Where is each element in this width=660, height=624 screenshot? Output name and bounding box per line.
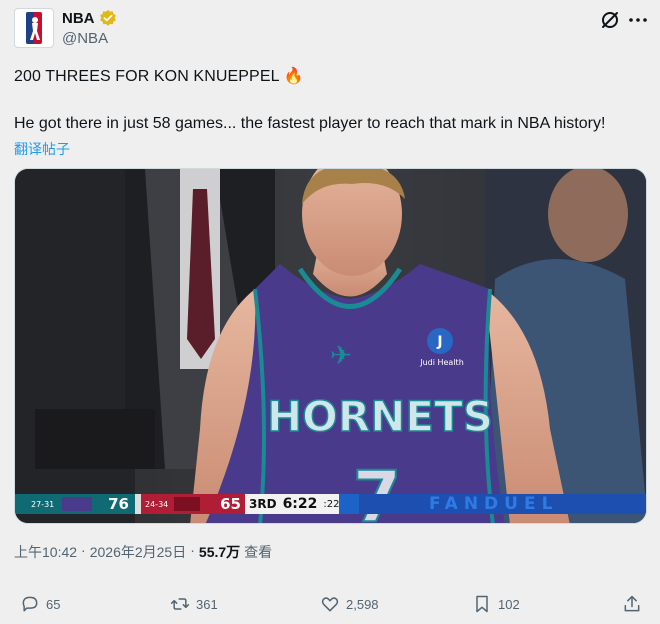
tweet-video[interactable]: ✈ J Judi Health HORNETS 7 27-31 76 24-34… bbox=[14, 168, 647, 524]
repost-icon bbox=[170, 598, 190, 610]
scorebug: 27-31 76 24-34 65 3RD 6:22 :22 FANDUEL bbox=[15, 494, 646, 514]
quarter: 3RD bbox=[249, 497, 277, 511]
away-team-box: 24-34 65 bbox=[141, 494, 245, 514]
verified-badge-icon bbox=[99, 9, 116, 26]
home-score: 76 bbox=[108, 495, 129, 513]
away-record: 24-34 bbox=[145, 499, 169, 509]
share-button[interactable] bbox=[622, 590, 642, 618]
action-bar: 65 361 2,598 102 bbox=[0, 590, 660, 618]
views-label: 查看 bbox=[244, 544, 273, 560]
reply-button[interactable]: 65 bbox=[20, 590, 60, 618]
translate-post-link[interactable]: 翻译帖子 bbox=[14, 139, 70, 159]
home-team-box: 27-31 76 bbox=[15, 494, 135, 514]
meta-separator: · bbox=[190, 542, 195, 558]
share-icon bbox=[624, 595, 640, 612]
post-date[interactable]: 2026年2月25日 bbox=[90, 542, 187, 562]
views-count: 55.7万 bbox=[198, 544, 241, 560]
like-button[interactable]: 2,598 bbox=[320, 590, 379, 618]
more-options-icon[interactable] bbox=[626, 8, 650, 32]
author-display-name[interactable]: NBA bbox=[62, 10, 95, 27]
nba-logo-icon bbox=[26, 12, 42, 44]
svg-text:J: J bbox=[436, 334, 442, 350]
bookmark-count: 102 bbox=[498, 596, 520, 612]
like-count: 2,598 bbox=[346, 596, 379, 612]
away-score: 65 bbox=[220, 495, 241, 513]
author-name-row: NBA bbox=[62, 9, 117, 27]
grok-icon[interactable] bbox=[598, 8, 622, 32]
reply-count: 65 bbox=[46, 596, 61, 612]
repost-button[interactable]: 361 bbox=[170, 590, 218, 618]
jersey-team-text: HORNETS bbox=[267, 392, 493, 441]
tweet-meta: 上午10:42 · 2026年2月25日 · 55.7万 查看 bbox=[14, 542, 272, 562]
video-frame: ✈ J Judi Health HORNETS 7 bbox=[15, 169, 646, 523]
game-clock: 6:22 bbox=[282, 496, 318, 512]
bookmark-icon bbox=[476, 595, 488, 613]
meta-separator: · bbox=[81, 542, 86, 558]
nba-logo-avatar[interactable] bbox=[14, 8, 54, 48]
game-clock-box: 3RD 6:22 :22 bbox=[245, 494, 339, 514]
jordan-logo-icon: ✈ bbox=[330, 341, 352, 371]
home-record: 27-31 bbox=[31, 499, 55, 509]
post-time[interactable]: 上午10:42 bbox=[14, 542, 77, 562]
courtside-ad: FANDUEL bbox=[359, 494, 646, 514]
sponsor-patch-text: Judi Health bbox=[419, 358, 464, 367]
shot-clock: :22 bbox=[323, 498, 340, 510]
reply-icon bbox=[22, 596, 38, 612]
tweet-text-line-1: 200 THREES FOR KON KNUEPPEL 🔥 bbox=[14, 68, 304, 85]
hornets-logo-icon bbox=[62, 497, 93, 511]
fanduel-logo-icon bbox=[339, 494, 359, 514]
repost-count: 361 bbox=[196, 596, 218, 612]
tweet-text-line-2: He got there in just 58 games... the fas… bbox=[14, 115, 606, 132]
heart-icon bbox=[321, 597, 339, 612]
bookmark-button[interactable]: 102 bbox=[472, 590, 520, 618]
author-handle[interactable]: @NBA bbox=[62, 30, 108, 47]
bulls-logo-icon bbox=[174, 497, 201, 511]
